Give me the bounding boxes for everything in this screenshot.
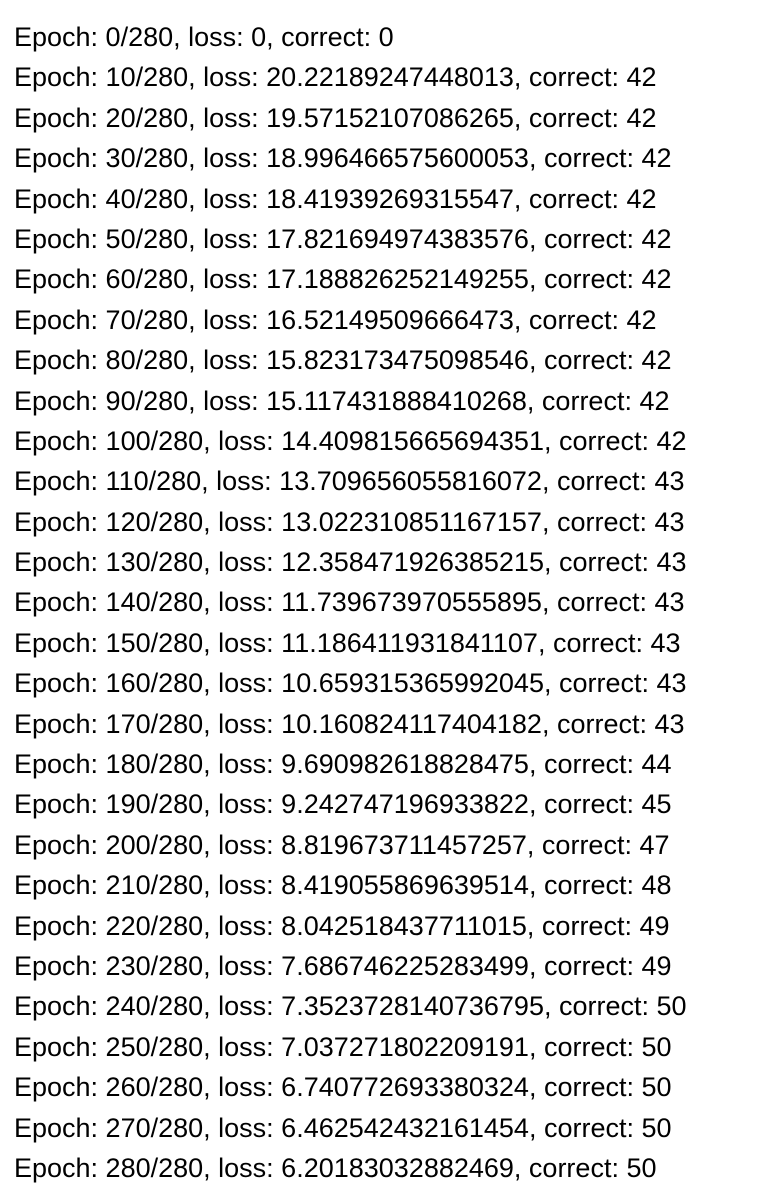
log-line-epoch-100: Epoch: 100/280, loss: 14.409815665694351… (14, 425, 687, 456)
log-line-epoch-240: Epoch: 240/280, loss: 7.3523728140736795… (14, 991, 687, 1022)
log-line-epoch-10: Epoch: 10/280, loss: 20.22189247448013, … (14, 62, 657, 93)
log-line-epoch-210: Epoch: 210/280, loss: 8.419055869639514,… (14, 870, 672, 901)
log-line-epoch-120: Epoch: 120/280, loss: 13.022310851167157… (14, 506, 685, 537)
log-line-epoch-20: Epoch: 20/280, loss: 19.57152107086265, … (14, 102, 657, 133)
log-line-epoch-140: Epoch: 140/280, loss: 11.739673970555895… (14, 587, 685, 618)
log-line-epoch-80: Epoch: 80/280, loss: 15.823173475098546,… (14, 345, 672, 376)
log-line-epoch-110: Epoch: 110/280, loss: 13.709656055816072… (14, 466, 685, 497)
log-line-epoch-180: Epoch: 180/280, loss: 9.690982618828475,… (14, 749, 672, 780)
log-line-epoch-150: Epoch: 150/280, loss: 11.186411931841107… (14, 627, 681, 658)
log-line-epoch-190: Epoch: 190/280, loss: 9.242747196933822,… (14, 789, 672, 820)
log-line-epoch-90: Epoch: 90/280, loss: 15.117431888410268,… (14, 385, 670, 416)
log-line-epoch-250: Epoch: 250/280, loss: 7.037271802209191,… (14, 1031, 672, 1062)
log-line-epoch-60: Epoch: 60/280, loss: 17.188826252149255,… (14, 264, 672, 295)
log-line-epoch-0: Epoch: 0/280, loss: 0, correct: 0 (14, 22, 394, 52)
log-line-epoch-130: Epoch: 130/280, loss: 12.358471926385215… (14, 547, 687, 578)
log-line-epoch-30: Epoch: 30/280, loss: 18.996466575600053,… (14, 143, 672, 174)
log-line-epoch-270: Epoch: 270/280, loss: 6.462542432161454,… (14, 1112, 672, 1143)
training-log-output: Epoch: 0/280, loss: 0, correct: 0 Epoch:… (14, 17, 687, 1188)
log-line-epoch-230: Epoch: 230/280, loss: 7.686746225283499,… (14, 950, 672, 981)
log-line-epoch-280: Epoch: 280/280, loss: 6.20183032882469, … (14, 1152, 657, 1183)
log-line-epoch-40: Epoch: 40/280, loss: 18.41939269315547, … (14, 183, 657, 214)
log-line-epoch-220: Epoch: 220/280, loss: 8.042518437711015,… (14, 910, 670, 941)
log-line-epoch-200: Epoch: 200/280, loss: 8.819673711457257,… (14, 829, 670, 860)
log-line-epoch-70: Epoch: 70/280, loss: 16.52149509666473, … (14, 304, 657, 335)
log-line-epoch-50: Epoch: 50/280, loss: 17.821694974383576,… (14, 223, 672, 254)
log-line-epoch-170: Epoch: 170/280, loss: 10.160824117404182… (14, 708, 685, 739)
log-line-epoch-260: Epoch: 260/280, loss: 6.740772693380324,… (14, 1072, 672, 1103)
log-line-epoch-160: Epoch: 160/280, loss: 10.659315365992045… (14, 668, 687, 699)
